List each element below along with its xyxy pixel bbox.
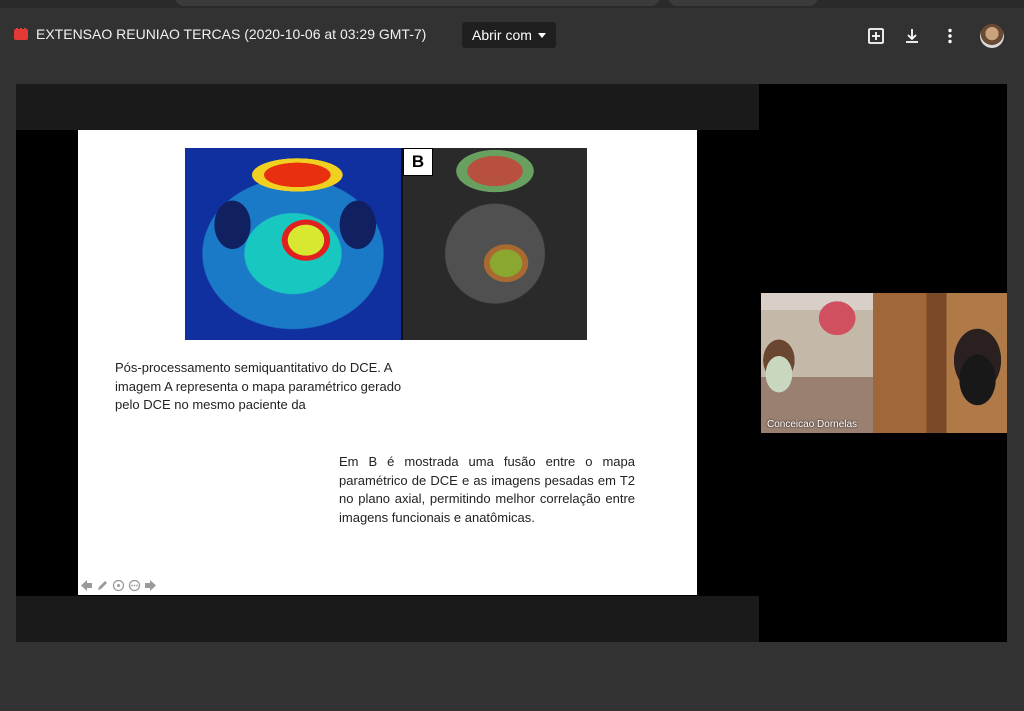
mri-figure: B xyxy=(185,148,587,340)
viewer-toolbar: EXTENSAO REUNIAO TERCAS (2020-10-06 at 0… xyxy=(0,8,1024,64)
participant-video-tile[interactable]: Conceicao Dornelas xyxy=(761,293,1007,433)
caption-panel-a: Pós-processamento semiquantitativo do DC… xyxy=(115,360,402,412)
stage-letterbox-top xyxy=(16,84,759,130)
participant-camera-left xyxy=(761,293,873,433)
download-icon[interactable] xyxy=(902,26,922,46)
t2-fusion-image xyxy=(403,148,587,340)
previous-slide-icon[interactable] xyxy=(80,579,93,592)
caption-panel-b: Em B é mostrada uma fusão entre o mapa p… xyxy=(339,454,635,525)
video-file-icon xyxy=(14,28,28,40)
stage-letterbox-bottom xyxy=(16,596,759,642)
menu-icon[interactable] xyxy=(128,579,141,592)
presentation-slide: B Pós-processamento semiquantitativo do … xyxy=(78,130,697,595)
slide-controls xyxy=(80,578,157,592)
address-bar[interactable] xyxy=(175,0,660,6)
open-with-label: Abrir com xyxy=(472,27,532,43)
browser-search-bar[interactable] xyxy=(668,0,818,6)
participant-name: Conceicao Dornelas xyxy=(767,419,858,430)
open-with-button[interactable]: Abrir com xyxy=(462,22,556,48)
more-options-icon[interactable] xyxy=(940,26,960,46)
next-slide-icon[interactable] xyxy=(144,579,157,592)
chevron-down-icon xyxy=(537,32,546,38)
add-to-drive-icon[interactable] xyxy=(866,26,886,46)
pen-icon[interactable] xyxy=(96,579,109,592)
pointer-options-icon[interactable] xyxy=(112,579,125,592)
browser-chrome xyxy=(0,0,1024,8)
panel-label-b: B xyxy=(403,148,433,176)
participant-camera-right xyxy=(873,293,1007,433)
video-stage[interactable]: B Pós-processamento semiquantitativo do … xyxy=(16,84,759,642)
file-title: EXTENSAO REUNIAO TERCAS (2020-10-06 at 0… xyxy=(36,26,427,42)
user-avatar[interactable] xyxy=(980,24,1004,48)
dce-parametric-map-image xyxy=(185,148,401,340)
